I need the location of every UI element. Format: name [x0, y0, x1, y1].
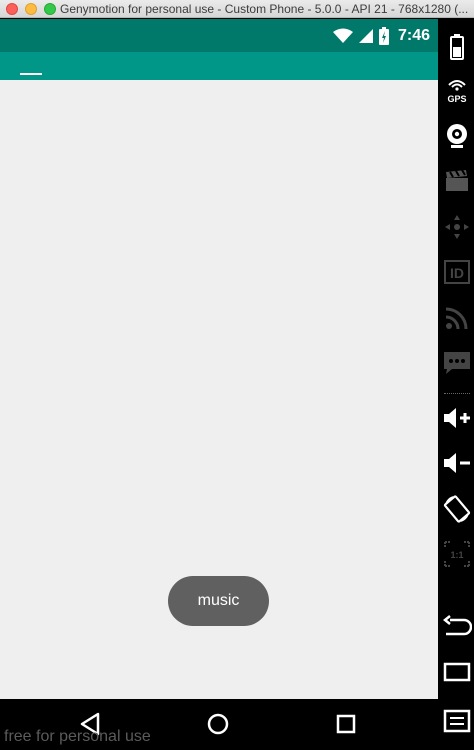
device-screen[interactable]: 7:46 music — [0, 19, 438, 750]
window-titlebar: Genymotion for personal use - Custom Pho… — [0, 0, 474, 18]
status-icons: 7:46 — [332, 26, 430, 46]
network-tool-button[interactable] — [441, 302, 473, 334]
wifi-icon — [332, 28, 353, 44]
battery-tool-button[interactable] — [441, 31, 473, 63]
pixel-perfect-icon: 1:1 — [444, 541, 470, 567]
window-title: Genymotion for personal use - Custom Pho… — [60, 2, 469, 16]
menu-tool-button[interactable] — [441, 705, 473, 737]
home-circle-icon — [207, 713, 229, 735]
watermark-text: free for personal use — [4, 728, 151, 745]
window-minimize-button[interactable] — [25, 3, 37, 15]
battery-icon — [450, 34, 464, 60]
dpad-tool-button[interactable] — [441, 211, 473, 243]
tab-indicator — [20, 73, 42, 75]
gps-label: GPS — [447, 94, 466, 104]
clapperboard-icon — [446, 169, 468, 191]
recent-apps-icon — [443, 662, 471, 682]
status-bar: 7:46 — [0, 19, 438, 52]
menu-icon — [443, 709, 471, 733]
rotate-screen-icon — [443, 495, 471, 523]
home-button[interactable] — [201, 707, 235, 741]
gps-tool-button[interactable]: GPS — [441, 75, 473, 107]
volume-down-icon — [444, 453, 470, 473]
chat-bubble-icon — [444, 352, 470, 374]
volume-up-button[interactable] — [441, 402, 473, 434]
volume-down-button[interactable] — [441, 447, 473, 479]
webcam-tool-button[interactable] — [441, 120, 473, 152]
rotate-button[interactable] — [441, 493, 473, 525]
webcam-icon — [447, 124, 467, 148]
dpad-icon — [445, 215, 469, 239]
pixel-label: 1:1 — [450, 550, 463, 560]
toolbar-divider — [444, 393, 470, 394]
id-card-icon: ID — [444, 260, 470, 284]
recent-square-icon — [336, 714, 356, 734]
toast-message: music — [168, 576, 269, 626]
battery-icon — [378, 27, 389, 45]
back-tool-button[interactable] — [441, 611, 473, 643]
window-maximize-button[interactable] — [44, 3, 56, 15]
emulator-toolbar: GPS ID 1:1 — [438, 19, 474, 750]
gps-icon: GPS — [447, 80, 467, 104]
id-label: ID — [450, 265, 464, 281]
return-arrow-icon — [442, 615, 472, 636]
pixel-perfect-button[interactable]: 1:1 — [441, 538, 473, 570]
screencast-tool-button[interactable] — [441, 165, 473, 197]
signal-icon — [358, 29, 373, 43]
rss-signal-icon — [445, 307, 468, 330]
volume-up-icon — [444, 408, 470, 428]
app-toolbar — [0, 52, 438, 80]
window-close-button[interactable] — [6, 3, 18, 15]
recent-tool-button[interactable] — [441, 656, 473, 688]
recent-apps-button[interactable] — [329, 707, 363, 741]
sms-tool-button[interactable] — [441, 347, 473, 379]
status-time: 7:46 — [397, 27, 430, 44]
device-id-tool-button[interactable]: ID — [441, 256, 473, 288]
